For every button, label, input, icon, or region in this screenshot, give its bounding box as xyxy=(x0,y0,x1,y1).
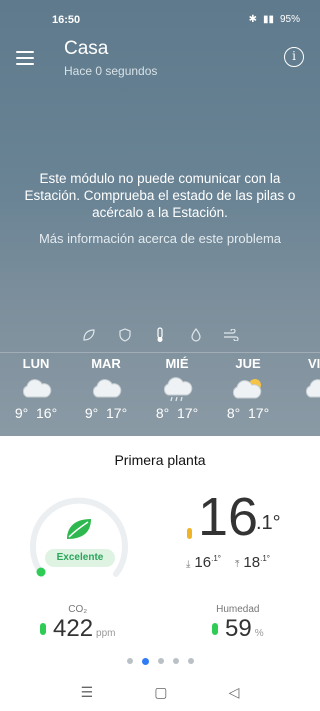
forecast-min: 8° xyxy=(155,405,170,421)
room-card[interactable]: Primera planta Excelente 16 .1° ⤓ 16.1° ⤒… xyxy=(0,436,320,711)
home-icon[interactable]: ▢ xyxy=(154,684,167,701)
humidity-unit: % xyxy=(254,628,264,639)
co2-stat: CO₂ 422 ppm xyxy=(40,604,116,643)
co2-indicator xyxy=(40,623,46,635)
humidity-indicator xyxy=(212,623,218,635)
more-info-link[interactable]: Más información acerca de este problema xyxy=(0,231,320,246)
system-nav-bar: ☰ ▢ ◁ xyxy=(0,684,320,701)
weather-header-panel: 16:50 ✱ ▮▮ 95% Casa Hace 0 segundos i Es… xyxy=(0,0,320,436)
signal-icon: ▮▮ xyxy=(262,14,274,25)
forecast-day-name: JUE xyxy=(235,356,261,371)
arrow-up-icon: ⤒ xyxy=(234,559,240,570)
rain-cloud-icon xyxy=(160,377,194,402)
status-time: 16:50 xyxy=(52,14,81,26)
page-dot[interactable] xyxy=(157,658,164,664)
temperature-indicator xyxy=(187,528,192,539)
co2-value: 422 xyxy=(53,615,94,642)
forecast-day[interactable]: MIÉ 8° 17° xyxy=(142,353,212,421)
bluetooth-icon: ✱ xyxy=(248,14,257,25)
forecast-max: 17° xyxy=(177,405,199,421)
page-dot[interactable] xyxy=(187,658,194,664)
daily-forecast[interactable]: LUN 9° 16° MAR 9° 17° MIÉ 8° 17° JUE 8° … xyxy=(0,352,320,436)
temperature-min-max: ⤓ 16.1° ⤒ 18.1° xyxy=(186,554,270,571)
back-icon[interactable]: ◁ xyxy=(229,684,240,701)
metric-selector xyxy=(80,326,240,344)
co2-unit: ppm xyxy=(96,628,116,639)
last-update: Hace 0 segundos xyxy=(64,64,158,78)
thermometer-icon[interactable] xyxy=(151,326,169,344)
battery-level: 95% xyxy=(279,14,300,25)
forecast-day[interactable]: MAR 9° 17° xyxy=(71,353,141,421)
leaf-icon xyxy=(67,519,91,539)
wind-icon[interactable] xyxy=(222,326,240,344)
page-dot[interactable] xyxy=(126,658,133,664)
page-indicator xyxy=(0,658,320,665)
leaf-icon[interactable] xyxy=(80,326,98,344)
forecast-day-name: LUN xyxy=(22,356,50,371)
cloud-icon xyxy=(19,377,53,401)
air-quality-badge: Excelente xyxy=(45,549,115,567)
page-title: Casa xyxy=(64,38,109,59)
forecast-day-name: VI xyxy=(308,356,320,371)
humidity-value: 59 xyxy=(225,615,252,642)
room-name: Primera planta xyxy=(114,452,206,468)
arrow-down-icon: ⤓ xyxy=(186,559,191,570)
sun-cloud-icon xyxy=(231,377,265,401)
temperature-max: ⤒ 18.1° xyxy=(234,554,270,571)
temperature-value: 16 xyxy=(198,487,259,547)
temperature-min: ⤓ 16.1° xyxy=(186,554,221,571)
page-dot[interactable] xyxy=(172,658,179,664)
forecast-max: 16° xyxy=(36,405,58,421)
forecast-min: 9° xyxy=(84,405,99,421)
forecast-day[interactable]: VI xyxy=(284,353,320,401)
info-icon[interactable]: i xyxy=(284,47,304,67)
cloud-icon xyxy=(302,377,320,401)
co2-label: CO₂ xyxy=(68,604,88,615)
gauge-marker xyxy=(36,567,46,577)
cloud-icon xyxy=(89,377,123,401)
humidity-stat: Humedad 59% xyxy=(212,604,264,643)
drop-icon[interactable] xyxy=(187,326,205,344)
status-icons: ✱ ▮▮ 95% xyxy=(249,14,300,25)
recent-apps-icon[interactable]: ☰ xyxy=(81,684,94,701)
forecast-max: 17° xyxy=(248,405,270,421)
forecast-max: 17° xyxy=(106,405,128,421)
menu-icon[interactable] xyxy=(16,51,34,65)
forecast-day-name: MAR xyxy=(91,356,121,371)
forecast-day[interactable]: LUN 9° 16° xyxy=(1,353,71,421)
forecast-day-name: MIÉ xyxy=(165,356,189,371)
forecast-day[interactable]: JUE 8° 17° xyxy=(213,353,283,421)
temperature-decimal: .1° xyxy=(256,512,281,534)
forecast-min: 8° xyxy=(226,405,241,421)
humidity-label: Humedad xyxy=(216,604,260,615)
module-error-message: Este módulo no puede comunicar con la Es… xyxy=(24,171,296,220)
page-dot-active[interactable] xyxy=(141,658,149,665)
forecast-min: 9° xyxy=(14,405,29,421)
shield-icon[interactable] xyxy=(116,326,134,344)
status-bar: 16:50 ✱ ▮▮ 95% xyxy=(0,8,320,32)
